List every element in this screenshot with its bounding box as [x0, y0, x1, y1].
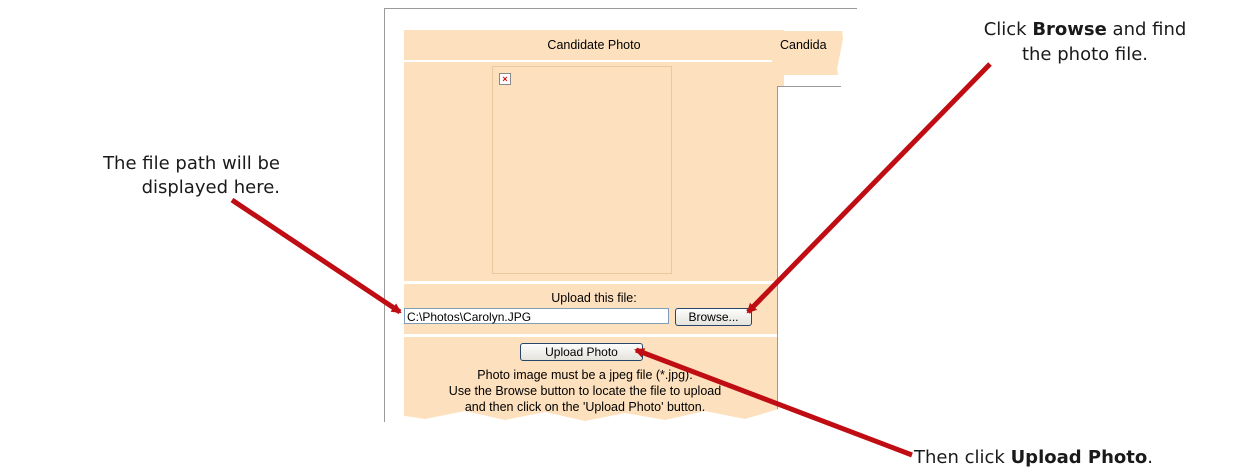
arrow-browse — [746, 62, 992, 314]
arrow-upload — [634, 347, 913, 458]
arrow-file-path — [230, 197, 402, 315]
annotation-arrows — [230, 62, 992, 458]
